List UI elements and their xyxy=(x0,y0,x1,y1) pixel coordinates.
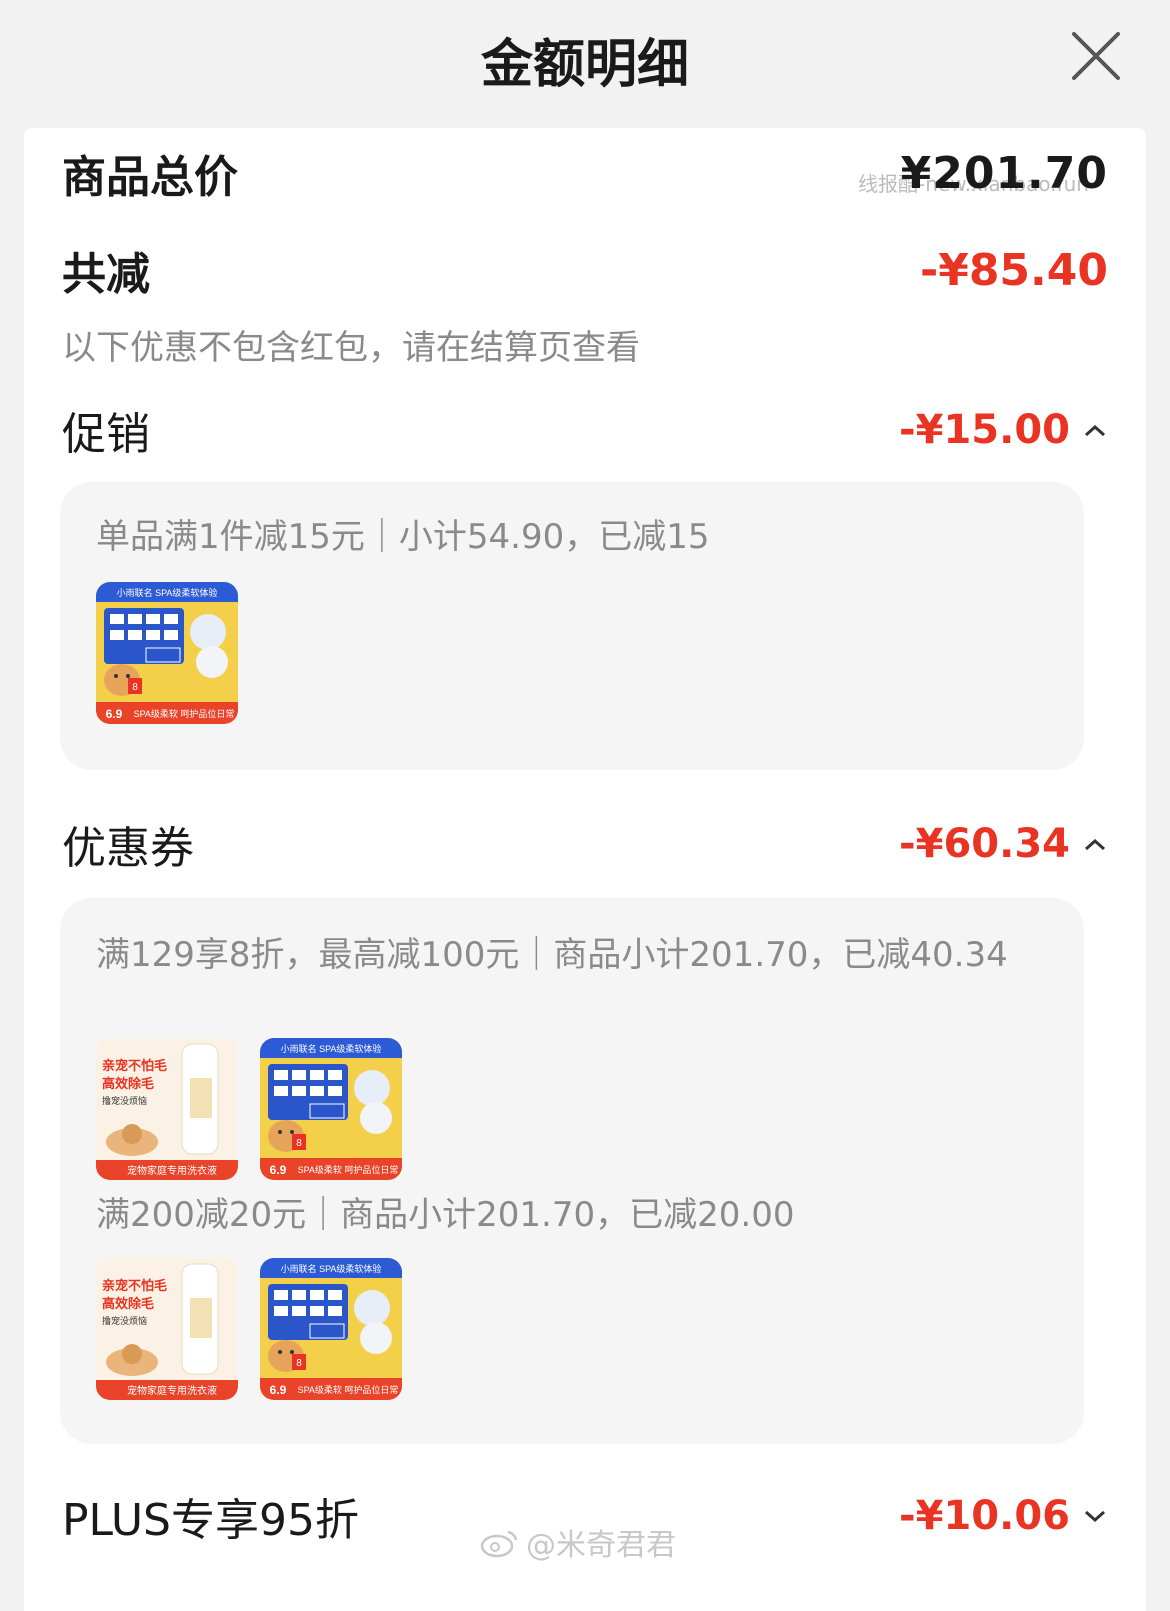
tissue-price-text: 6.9 xyxy=(106,707,123,721)
total-price-label: 商品总价 xyxy=(62,152,238,203)
promotion-toggle[interactable]: -¥15.00 xyxy=(899,407,1108,453)
coupon-amount: -¥60.34 xyxy=(899,821,1070,867)
coupon-panel: 满129享8折，最高减100元｜商品小计201.70，已减40.34 亲宠不怕毛… xyxy=(60,898,1084,1444)
tissue-badge-text: 8 xyxy=(296,1138,302,1149)
promotion-amount: -¥15.00 xyxy=(899,407,1070,453)
plus-discount-toggle[interactable]: -¥10.06 xyxy=(899,1493,1108,1539)
total-discount-row: 共减 -¥85.40 xyxy=(62,240,1108,301)
detergent-headline-2: 高效除毛 xyxy=(102,1296,154,1311)
product-thumbnail-detergent[interactable]: 亲宠不怕毛 高效除毛 撸宠没烦恼 宠物家庭专用洗衣液 xyxy=(96,1038,238,1180)
total-price-row: 商品总价 ¥201.70 xyxy=(62,138,1108,208)
discount-note: 以下优惠不包含红包，请在结算页查看 xyxy=(62,328,640,368)
weibo-handle: @米奇君君 xyxy=(526,1528,676,1563)
tissue-badge-text: 8 xyxy=(296,1358,302,1369)
coupon-row[interactable]: 优惠券 -¥60.34 xyxy=(62,814,1108,874)
detergent-banner-text: 宠物家庭专用洗衣液 xyxy=(127,1384,217,1397)
promotion-row[interactable]: 促销 -¥15.00 xyxy=(62,400,1108,460)
total-discount-label: 共减 xyxy=(62,249,150,300)
detergent-headline-1: 亲宠不怕毛 xyxy=(102,1278,167,1293)
close-icon[interactable] xyxy=(1068,28,1124,84)
product-thumbnail-tissue[interactable]: 小雨联名 SPA级柔软体验 8 6.9 SPA级柔软 呵护品位日常 xyxy=(260,1258,402,1400)
chevron-up-icon xyxy=(1085,424,1105,437)
product-thumbnail-detergent[interactable]: 亲宠不怕毛 高效除毛 撸宠没烦恼 宠物家庭专用洗衣液 xyxy=(96,1258,238,1400)
product-thumbnail-tissue[interactable]: 小雨联名 SPA级柔软体验 8 6.9 SPA级柔软 呵护品位日常 xyxy=(96,582,238,724)
tissue-slogan-text: SPA级柔软 呵护品位日常 xyxy=(298,1384,399,1395)
tissue-product-image: 小雨联名 SPA级柔软体验 8 6.9 SPA级柔软 呵护品位日常 xyxy=(96,582,238,724)
tissue-banner-text: 小雨联名 SPA级柔软体验 xyxy=(281,1043,382,1054)
total-discount-amount: -¥85.40 xyxy=(919,244,1108,296)
plus-discount-amount: -¥10.06 xyxy=(899,1493,1070,1539)
product-thumbnail-tissue[interactable]: 小雨联名 SPA级柔软体验 8 6.9 SPA级柔软 呵护品位日常 xyxy=(260,1038,402,1180)
tissue-price-text: 6.9 xyxy=(270,1383,287,1397)
sheet-title: 金额明细 xyxy=(480,35,689,95)
coupon-label: 优惠券 xyxy=(62,823,194,874)
detergent-product-image: 亲宠不怕毛 高效除毛 撸宠没烦恼 宠物家庭专用洗衣液 xyxy=(96,1038,238,1180)
weibo-watermark: @米奇君君 xyxy=(480,1520,676,1564)
detergent-product-image: 亲宠不怕毛 高效除毛 撸宠没烦恼 宠物家庭专用洗衣液 xyxy=(96,1258,238,1400)
weibo-icon xyxy=(480,1530,518,1558)
detergent-subline: 撸宠没烦恼 xyxy=(102,1095,147,1106)
total-price-amount: ¥201.70 xyxy=(900,147,1108,199)
detergent-subline: 撸宠没烦恼 xyxy=(102,1315,147,1326)
detergent-headline-1: 亲宠不怕毛 xyxy=(102,1058,167,1073)
detergent-headline-2: 高效除毛 xyxy=(102,1076,154,1091)
tissue-slogan-text: SPA级柔软 呵护品位日常 xyxy=(298,1164,399,1175)
detergent-banner-text: 宠物家庭专用洗衣液 xyxy=(127,1164,217,1177)
tissue-slogan-text: SPA级柔软 呵护品位日常 xyxy=(134,708,235,719)
coupon-toggle[interactable]: -¥60.34 xyxy=(899,821,1108,867)
detail-card: 线报酷-new.xianbao.fun 商品总价 ¥201.70 共减 -¥85… xyxy=(24,128,1146,1611)
plus-discount-label: PLUS专享95折 xyxy=(62,1495,359,1546)
promotion-rule: 单品满1件减15元｜小计54.90，已减15 xyxy=(96,517,710,557)
tissue-badge-text: 8 xyxy=(132,682,138,693)
amount-detail-sheet: 金额明细 线报酷-new.xianbao.fun 商品总价 ¥201.70 共减… xyxy=(0,0,1170,1611)
coupon-rule-2: 满200减20元｜商品小计201.70，已减20.00 xyxy=(96,1195,795,1235)
chevron-up-icon xyxy=(1085,838,1105,851)
tissue-product-image: 小雨联名 SPA级柔软体验 8 6.9 SPA级柔软 呵护品位日常 xyxy=(260,1038,402,1180)
sheet-header: 金额明细 xyxy=(0,0,1170,120)
tissue-price-text: 6.9 xyxy=(270,1163,287,1177)
coupon-rule-1: 满129享8折，最高减100元｜商品小计201.70，已减40.34 xyxy=(96,935,1008,975)
tissue-banner-text: 小雨联名 SPA级柔软体验 xyxy=(117,587,218,598)
tissue-banner-text: 小雨联名 SPA级柔软体验 xyxy=(281,1263,382,1274)
tissue-product-image: 小雨联名 SPA级柔软体验 8 6.9 SPA级柔软 呵护品位日常 xyxy=(260,1258,402,1400)
chevron-down-icon xyxy=(1085,1510,1105,1523)
promotion-label: 促销 xyxy=(62,409,150,460)
promotion-panel: 单品满1件减15元｜小计54.90，已减15 小雨联名 SPA级柔软体验 8 6… xyxy=(60,482,1084,770)
